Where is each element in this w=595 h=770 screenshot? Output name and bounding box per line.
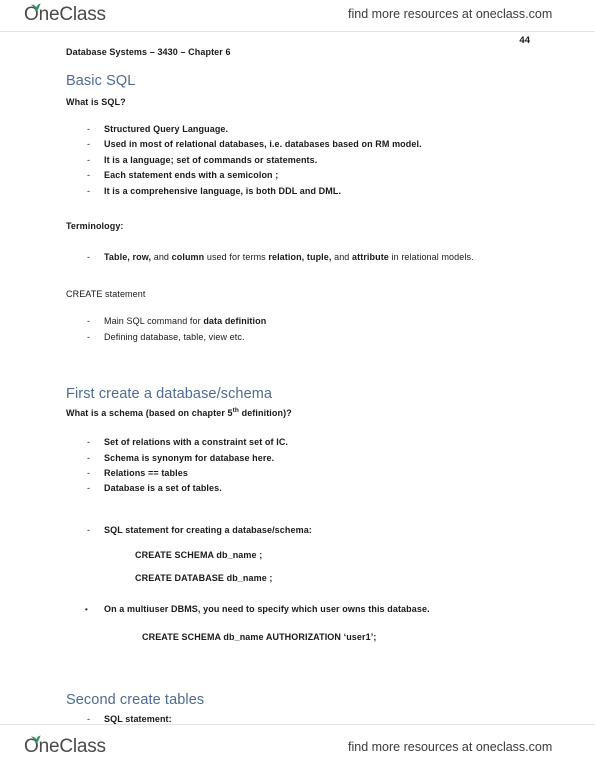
oneclass-logo: OneClass	[24, 3, 106, 28]
leaf-icon	[30, 735, 41, 744]
dash-marker: -	[87, 468, 91, 479]
heading-basic-sql: Basic SQL	[66, 73, 136, 89]
list-item-prefix: Main SQL command for	[104, 316, 204, 327]
rich-run-bold: attribute	[352, 252, 392, 263]
rich-run-regular: and	[334, 252, 353, 263]
heading-first-create-database: First create a database/schema	[66, 386, 273, 403]
code-create-schema-authorization: CREATE SCHEMA db_name AUTHORIZATION ‘use…	[142, 631, 377, 642]
basic-sql-intro: What is SQL?	[66, 97, 126, 107]
list-item: - Table, row, and column used for terms …	[66, 250, 536, 265]
bullet-marker: •	[85, 605, 88, 615]
rich-run-regular: used for terms	[206, 252, 269, 263]
page-header-watermark: OneClass find more resources at oneclass…	[0, 0, 595, 32]
list-item: - Schema is synonym for database here.	[66, 451, 536, 466]
document-body: Basic SQL What is SQL? - Structured Query…	[66, 72, 536, 727]
rich-run-regular: in relational models.	[391, 252, 474, 263]
dash-marker: -	[87, 185, 91, 196]
list-item: - It is a comprehensive language, is both…	[66, 184, 536, 199]
dash-marker: -	[87, 316, 91, 327]
schema-bullet-list: - Set of relations with a constraint set …	[66, 435, 536, 497]
leaf-icon	[30, 3, 41, 12]
list-item-label: Used in most of relational databases, i.…	[104, 139, 422, 150]
list-item-label: Database is a set of tables.	[104, 483, 222, 494]
list-item-label: Schema is synonym for database here.	[104, 452, 275, 463]
list-item: - Structured Query Language.	[66, 122, 536, 137]
multiuser-bullet-list: • On a multiuser DBMS, you need to specif…	[66, 602, 536, 617]
create-statement-label: CREATE statement	[66, 289, 146, 300]
rich-run-bold: column	[171, 252, 207, 263]
page-number: 44	[519, 35, 530, 46]
list-item-label: Set of relations with a constraint set o…	[104, 437, 289, 448]
dash-marker: -	[87, 124, 91, 134]
first-create-question: What is a schema (based on chapter 5th d…	[66, 406, 536, 421]
terminology-bullet-text: Table, row, and column used for terms re…	[104, 252, 474, 262]
list-item-label: It is a comprehensive language, is both …	[104, 185, 342, 196]
list-item: - Main SQL command for data definition	[66, 314, 536, 329]
list-item-label: Relations == tables	[104, 468, 188, 479]
list-item-label: SQL statement:	[104, 713, 172, 724]
footer-divider	[0, 724, 595, 725]
code-create-database: CREATE DATABASE db_name ;	[135, 573, 273, 584]
list-item: - Defining database, table, view etc.	[66, 330, 536, 345]
rich-run-bold: relation, tuple,	[268, 252, 335, 263]
dash-marker: -	[87, 452, 91, 463]
document-page: 44 Database Systems – 3430 – Chapter 6 B…	[0, 32, 595, 724]
question-post: definition)?	[239, 408, 292, 419]
dash-marker: -	[87, 483, 91, 494]
code-create-schema: CREATE SCHEMA db_name ;	[135, 550, 263, 561]
oneclass-logo-footer: OneClass	[24, 735, 106, 760]
footer-tagline: find more resources at oneclass.com	[348, 740, 553, 754]
create-statement-bullet-list: - Main SQL command for data definition -…	[66, 314, 536, 345]
dash-marker: -	[87, 154, 91, 165]
list-item-label: Defining database, table, view etc.	[104, 331, 245, 342]
terminology-bullet-list: - Table, row, and column used for terms …	[66, 250, 536, 265]
dash-marker: -	[87, 437, 91, 448]
basic-sql-bullet-list: - Structured Query Language. - Used in mos…	[66, 122, 536, 199]
dash-marker: -	[87, 524, 91, 535]
dash-marker: -	[87, 170, 91, 181]
dash-marker: -	[87, 252, 91, 263]
question-pre: What is a schema (based on chapter 5	[66, 408, 233, 419]
list-item: - Used in most of relational databases, i…	[66, 137, 536, 152]
heading-second-create-tables: Second create tables	[66, 691, 205, 708]
list-item-label: SQL statement for creating a database/sc…	[104, 524, 312, 535]
sql-statement-bullet-list: - SQL statement for creating a database/s…	[66, 523, 536, 538]
list-item-label: Each statement ends with a semicolon ;	[104, 170, 279, 181]
list-item-label: Structured Query Language.	[104, 124, 229, 134]
list-item-label: It is a language; set of commands or sta…	[104, 154, 318, 165]
rich-run-regular: and	[153, 252, 172, 263]
dash-marker: -	[87, 331, 91, 342]
list-item: • On a multiuser DBMS, you need to specif…	[66, 602, 536, 617]
list-item-strong: data definition	[203, 316, 267, 327]
list-item: - Database is a set of tables.	[66, 481, 536, 496]
terminology-label: Terminology:	[66, 221, 124, 232]
page-footer-watermark: OneClass find more resources at oneclass…	[0, 724, 595, 770]
list-item: - Each statement ends with a semicolon ;	[66, 168, 536, 183]
list-item: - SQL statement for creating a database/s…	[66, 523, 536, 538]
dash-marker: -	[87, 139, 91, 150]
list-item-label: On a multiuser DBMS, you need to specify…	[104, 604, 430, 615]
document-header-line: Database Systems – 3430 – Chapter 6	[66, 47, 231, 57]
list-item: - Set of relations with a constraint set …	[66, 435, 536, 450]
header-tagline: find more resources at oneclass.com	[348, 7, 553, 21]
rich-run-bold: Table, row,	[104, 252, 154, 263]
list-item: - Relations == tables	[66, 466, 536, 481]
list-item: - It is a language; set of commands or st…	[66, 153, 536, 168]
